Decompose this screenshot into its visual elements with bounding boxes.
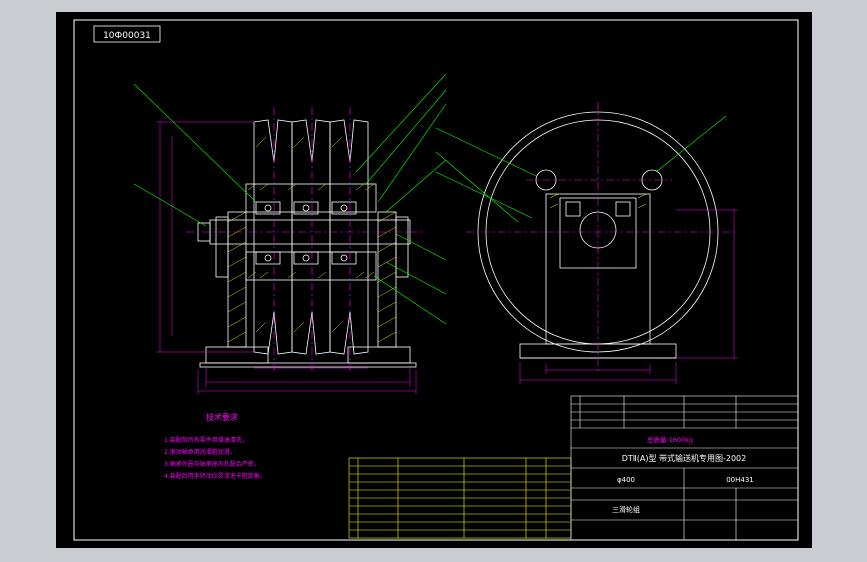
tech-line-3: 3.轴承外圈与轴承座内孔配合严密， [164, 460, 260, 468]
title-block [570, 395, 799, 541]
tech-line-2: 2.滚动轴承用润滑脂润滑， [164, 448, 236, 456]
leaders-side [435, 115, 727, 223]
front-section-view [197, 119, 417, 368]
title-note-line: 总质量 1600kg [647, 435, 693, 444]
cad-viewport: 10Ф00031 技术要求 1.装配前所有零件用煤油清洗， 2.滚动轴承用润滑脂… [0, 0, 867, 562]
title-project-line: DTⅡ(A)型 带式输送机专用图-2002 [622, 453, 747, 463]
tech-title: 技术要求 [206, 412, 238, 422]
leaders-front [133, 73, 447, 325]
center-lines-front [186, 107, 424, 372]
title-part-name: 三滑轮组 [612, 505, 640, 514]
tech-requirements: 技术要求 1.装配前所有零件用煤油清洗， 2.滚动轴承用润滑脂润滑， 3.轴承外… [164, 412, 266, 480]
drawing-canvas: 10Ф00031 技术要求 1.装配前所有零件用煤油清洗， 2.滚动轴承用润滑脂… [73, 19, 799, 541]
title-row-info: φ400 [617, 476, 635, 484]
center-lines-side [466, 102, 736, 372]
tech-line-1: 1.装配前所有零件用煤油清洗， [164, 436, 248, 444]
drawing-sheet: 10Ф00031 技术要求 1.装配前所有零件用煤油清洗， 2.滚动轴承用润滑脂… [56, 12, 812, 548]
code-box-text: 10Ф00031 [103, 31, 151, 41]
tech-line-4: 4.装配后用手转动应灵活无卡阻现象。 [164, 472, 266, 480]
title-drawing-no: 00H431 [726, 476, 754, 484]
parts-list [348, 457, 572, 539]
